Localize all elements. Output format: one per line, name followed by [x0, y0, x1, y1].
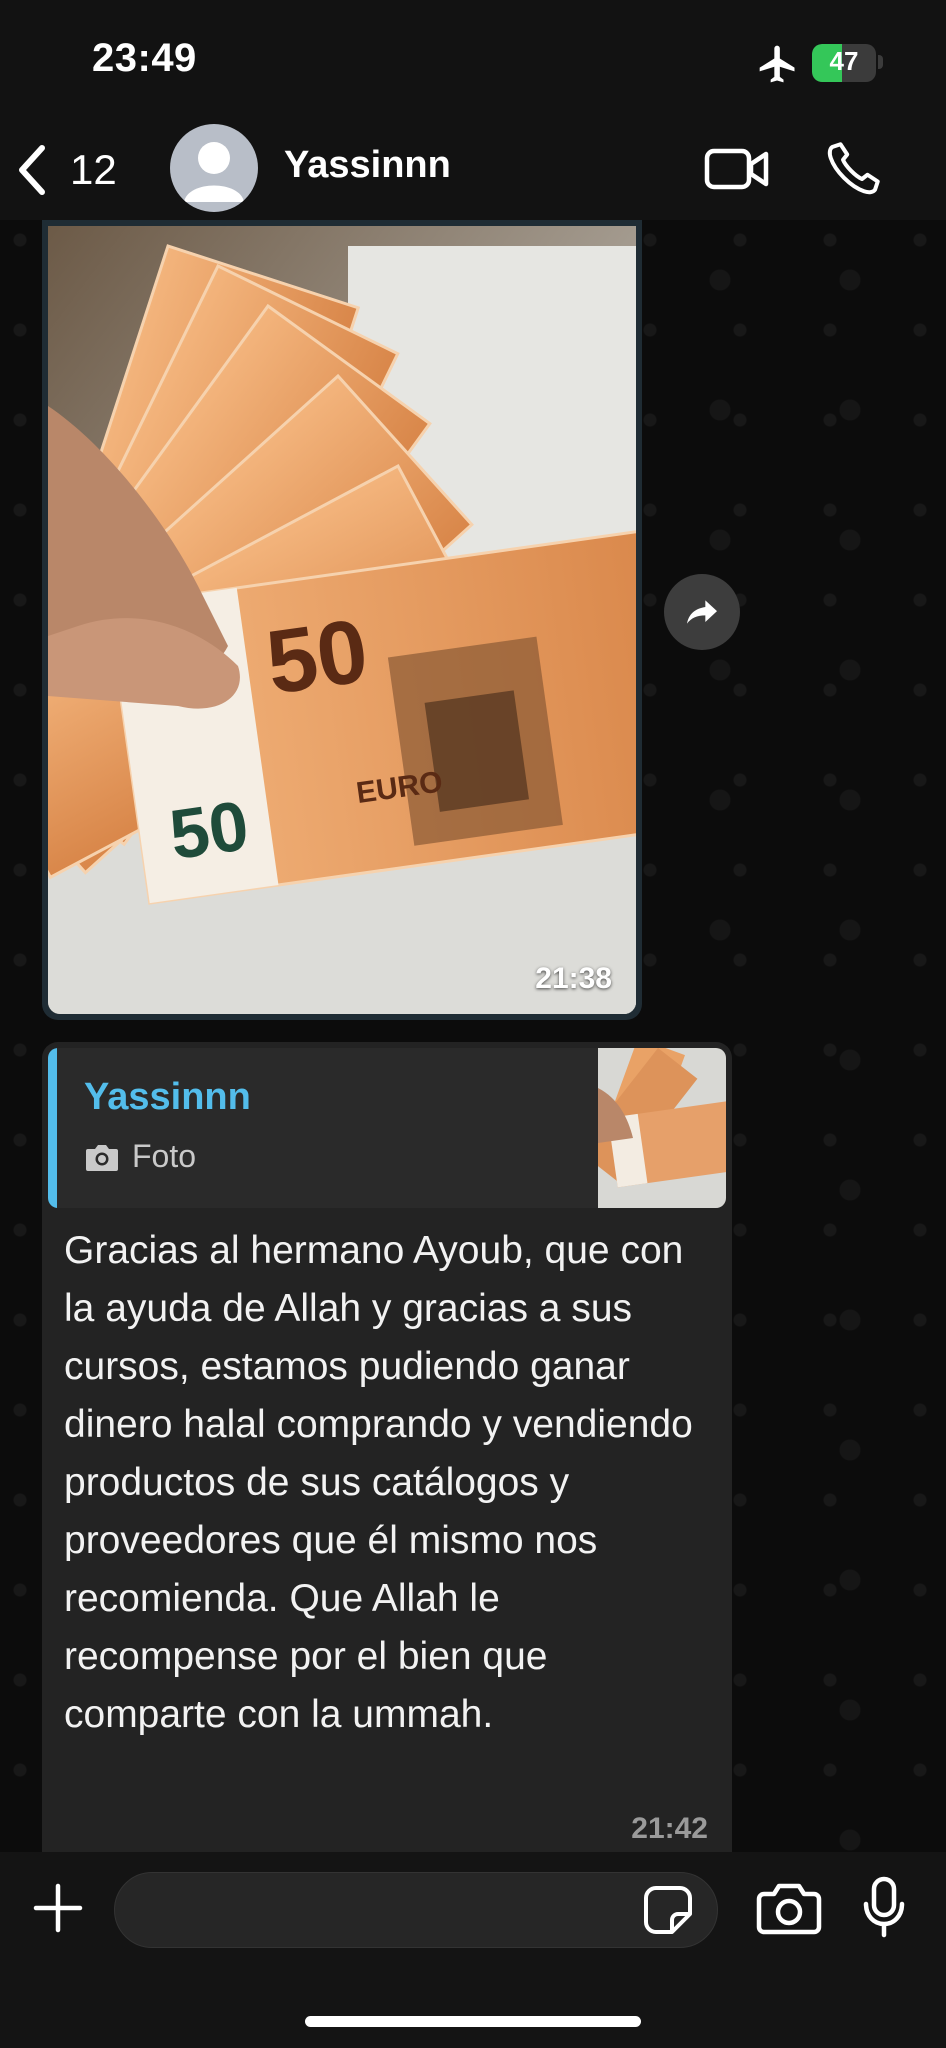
quote-media-label: Foto	[132, 1138, 197, 1174]
euro-banknotes-photo[interactable]: 50 50 EURO 21:38	[48, 226, 636, 1014]
svg-text:50: 50	[261, 601, 374, 714]
back-button[interactable]: 12	[16, 132, 136, 208]
image-message-bubble[interactable]: 50 50 EURO 21:38	[42, 220, 642, 1020]
airplane-icon	[759, 45, 795, 83]
camera-icon[interactable]	[756, 1880, 822, 1936]
camera-icon	[86, 1144, 118, 1171]
sticker-icon[interactable]	[642, 1884, 694, 1936]
message-time: 21:38	[535, 962, 612, 995]
text-message-bubble[interactable]: Yassinnn Foto Gracias al hermano Ayoub, …	[42, 1042, 732, 1852]
status-bar: 23:49 47	[0, 0, 946, 120]
battery-nub	[878, 55, 883, 69]
phone-icon[interactable]	[824, 138, 884, 198]
forward-button[interactable]	[664, 574, 740, 650]
forward-arrow-icon	[687, 600, 717, 624]
composer-bar	[0, 1852, 946, 2048]
message-text: Gracias al hermano Ayoub, que con la ayu…	[64, 1229, 693, 1736]
svg-text:50: 50	[165, 786, 253, 874]
contact-name[interactable]: Yassinnn	[284, 144, 451, 187]
quote-author: Yassinnn	[84, 1076, 251, 1118]
avatar-icon	[184, 142, 244, 202]
chat-area[interactable]: 50 50 EURO 21:38 Yassinnn Foto Gracias a…	[0, 220, 946, 1852]
message-time: 21:42	[631, 1812, 708, 1845]
avatar[interactable]	[170, 124, 258, 212]
quote-media-line: Foto	[84, 1138, 196, 1175]
status-time: 23:49	[92, 36, 197, 80]
battery-percent: 47	[829, 46, 859, 76]
message-input[interactable]	[139, 1885, 619, 1937]
chat-header: 12 Yassinnn	[0, 120, 946, 220]
battery-icon: 47	[812, 44, 876, 82]
video-camera-icon[interactable]	[704, 142, 770, 196]
microphone-icon[interactable]	[862, 1876, 906, 1938]
chevron-left-icon	[19, 145, 45, 195]
photo-image: 50 50 EURO	[48, 226, 636, 1014]
message-input-container[interactable]	[114, 1872, 718, 1948]
unread-count: 12	[70, 146, 117, 193]
quote-bar	[48, 1048, 57, 1208]
quote-thumbnail	[598, 1048, 726, 1208]
plus-icon[interactable]	[30, 1880, 86, 1936]
quoted-message[interactable]: Yassinnn Foto	[48, 1048, 726, 1208]
home-indicator[interactable]	[305, 2016, 641, 2027]
